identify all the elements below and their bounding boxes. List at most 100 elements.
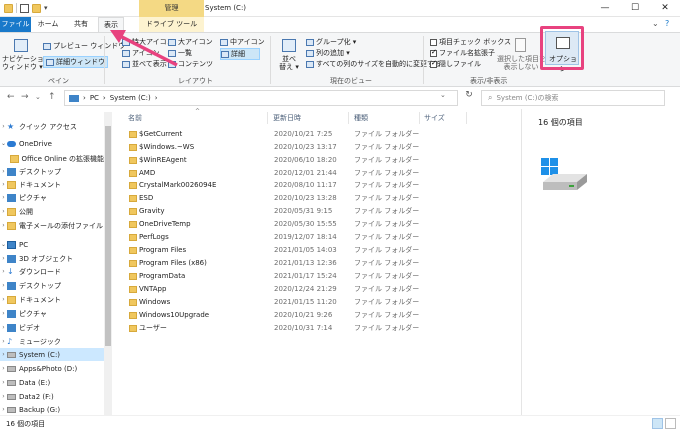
file-row[interactable]: Program Files (x86) 2021/01/13 12:36 ファイル … [125,257,515,270]
folder-icon [129,195,137,202]
nav-item-email-attachments[interactable]: › 電子メールの添付ファイル [0,219,104,232]
file-row[interactable]: OneDriveTemp 2020/05/30 15:55 ファイル フォルダー [125,218,515,231]
collapse-icon[interactable]: ⌄ [0,140,7,147]
folder-icon [129,208,137,215]
nav-item-desktop[interactable]: › デスクトップ [0,279,104,292]
up-button[interactable]: ↑ [48,92,56,102]
file-row[interactable]: PerfLogs 2019/12/07 18:14 ファイル フォルダー [125,231,515,244]
file-row[interactable]: Windows10Upgrade 2020/10/21 9:26 ファイル フォルダ… [125,309,515,322]
expand-icon[interactable]: › [0,379,7,386]
details-pane-item-count: 16 個の項目 [538,118,583,127]
expand-icon[interactable]: › [0,208,7,215]
file-row[interactable]: Program Files 2021/01/05 14:03 ファイル フォルダー [125,244,515,257]
details-pane-separator[interactable] [521,109,522,415]
file-row[interactable]: ユーザー 2020/10/31 7:14 ファイル フォルダー [125,322,515,335]
expand-icon[interactable]: › [0,406,7,413]
drive-icon [7,393,16,400]
nav-item-office-online[interactable]: Office Online の拡張機能 [0,152,104,165]
expand-icon[interactable]: › [0,393,7,400]
cloud-icon [7,140,16,147]
nav-item-pictures[interactable]: › ピクチャ [0,307,104,320]
folder-icon [129,144,137,151]
expand-icon[interactable]: › [0,282,7,289]
drive-icon [7,379,16,386]
search-input[interactable]: ⌕ System (C:)の検索 [481,90,665,106]
folder-icon [129,221,137,228]
nav-item-documents[interactable]: › ドキュメント [0,293,104,306]
expand-icon[interactable]: › [0,222,7,229]
nav-item-public[interactable]: › 公開 [0,205,104,218]
nav-item-onedrive-desktop[interactable]: › デスクトップ [0,165,104,178]
breadcrumb-pc[interactable]: PC [90,94,99,102]
folder-icon [129,273,137,280]
forward-button[interactable]: → [21,92,29,102]
nav-item-data-e[interactable]: › Data (E:) [0,376,104,389]
nav-item-data2-f[interactable]: › Data2 (F:) [0,390,104,403]
column-header-date[interactable]: 更新日時 [273,112,347,124]
details-view-button[interactable] [652,418,663,429]
breadcrumb-separator: › [83,94,86,102]
column-separator[interactable] [348,112,349,124]
file-row[interactable]: ESD 2020/10/23 13:28 ファイル フォルダー [125,192,515,205]
nav-item-3d-objects[interactable]: › 3D オブジェクト [0,252,104,265]
collapse-icon[interactable]: ⌄ [0,241,7,248]
system-drive-icon [541,158,587,190]
nav-item-onedrive-documents[interactable]: › ドキュメント [0,178,104,191]
file-row[interactable]: $Windows.~WS 2020/10/23 13:17 ファイル フォルダー [125,141,515,154]
column-separator[interactable] [267,112,268,124]
cube-icon [7,254,16,263]
recent-locations-button[interactable]: ⌄ [35,93,41,101]
expand-icon[interactable]: › [0,365,7,372]
folder-icon [129,299,137,306]
nav-item-videos[interactable]: › ビデオ [0,321,104,334]
folder-icon [10,154,19,163]
breadcrumb-system-c[interactable]: System (C:) [110,94,151,102]
file-row[interactable]: $WinREAgent 2020/06/10 18:20 ファイル フォルダー [125,154,515,167]
file-row[interactable]: CrystalMark0026094E 2020/08/10 11:17 ファイル … [125,179,515,192]
expand-icon[interactable]: › [0,324,7,331]
search-icon: ⌕ [488,93,493,102]
expand-icon[interactable]: › [0,268,7,275]
nav-pane-scroll-thumb[interactable] [105,126,111,346]
column-separator[interactable] [466,112,467,124]
expand-icon[interactable]: › [0,310,7,317]
nav-item-backup-g[interactable]: › Backup (G:) [0,403,104,415]
nav-pane-scrollbar[interactable] [104,112,112,415]
refresh-button[interactable]: ↻ [462,90,476,106]
file-row[interactable]: ProgramData 2021/01/17 15:24 ファイル フォルダー [125,270,515,283]
nav-item-pc[interactable]: ⌄ PC [0,238,104,251]
nav-item-apps-photo-d[interactable]: › Apps&Photo (D:) [0,362,104,375]
file-row[interactable]: VNTApp 2020/12/24 21:29 ファイル フォルダー [125,283,515,296]
folder-icon [129,170,137,177]
breadcrumb-separator: › [102,94,106,102]
large-icons-view-button[interactable] [665,418,676,429]
expand-icon[interactable]: › [0,338,7,345]
file-row[interactable]: Gravity 2020/05/31 9:15 ファイル フォルダー [125,205,515,218]
back-button[interactable]: ← [7,92,15,102]
expand-icon[interactable]: › [0,181,7,188]
expand-icon[interactable]: › [0,296,7,303]
nav-item-quick-access[interactable]: › ★ クイック アクセス [0,120,104,133]
expand-icon[interactable]: › [0,168,7,175]
expand-icon[interactable]: › [0,255,7,262]
address-bar-row: ← → ⌄ ↑ › PC › System (C:) › ⌄ ↻ ⌕ Syste… [0,87,680,109]
expand-icon[interactable]: › [0,194,7,201]
pc-icon [7,240,16,249]
address-dropdown-icon[interactable]: ⌄ [440,91,446,99]
expand-icon[interactable]: › [0,123,7,130]
column-separator[interactable] [419,112,420,124]
drive-icon [7,406,16,413]
nav-item-system-c[interactable]: › System (C:) [0,348,104,361]
column-header-name[interactable]: 名前 [128,112,264,124]
nav-item-onedrive-pictures[interactable]: › ピクチャ [0,191,104,204]
nav-item-music[interactable]: › ♪ ミュージック [0,335,104,348]
file-row[interactable]: Windows 2021/01/15 11:20 ファイル フォルダー [125,296,515,309]
expand-icon[interactable]: › [0,351,7,358]
column-header-type[interactable]: 種類 [354,112,418,124]
file-row[interactable]: $GetCurrent 2020/10/21 7:25 ファイル フォルダー [125,128,515,141]
nav-item-onedrive[interactable]: ⌄ OneDrive [0,137,104,150]
folder-icon [129,234,137,241]
column-header-size[interactable]: サイズ [424,112,464,124]
nav-item-downloads[interactable]: › ↓ ダウンロード [0,265,104,278]
address-field[interactable]: › PC › System (C:) › [64,90,458,106]
